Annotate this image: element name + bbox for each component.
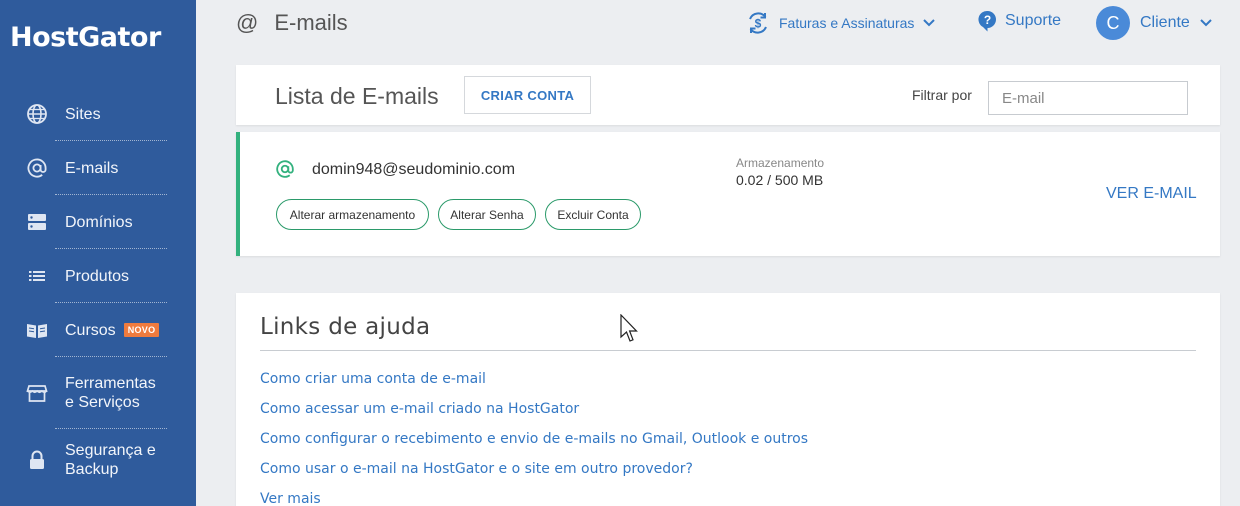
at-icon xyxy=(275,159,295,179)
view-email-link[interactable]: VER E-MAIL xyxy=(1106,185,1197,203)
support-label: Suporte xyxy=(1005,12,1062,29)
help-link[interactable]: Como criar uma conta de e-mail xyxy=(260,371,486,387)
sidebar-item-dominios[interactable]: Domínios xyxy=(24,209,167,235)
help-link[interactable]: Como usar o e-mail na HostGator e o site… xyxy=(260,461,693,477)
sidebar: HostGator Sites E-mails Domínios Produto… xyxy=(0,0,196,506)
divider xyxy=(55,194,167,195)
chevron-down-icon xyxy=(923,19,936,27)
list-icon xyxy=(24,263,50,289)
sidebar-item-label: E-mails xyxy=(65,159,119,177)
page-title-text: E-mails xyxy=(274,10,348,35)
divider xyxy=(55,248,167,249)
new-badge: NOVO xyxy=(123,323,160,337)
sidebar-item-produtos[interactable]: Produtos xyxy=(24,263,167,289)
label-line-1: Ferramentas xyxy=(65,375,156,392)
label-line-2: e Serviços xyxy=(65,394,140,411)
avatar: C xyxy=(1096,6,1130,40)
at-icon xyxy=(24,155,50,181)
help-icon: ? xyxy=(978,10,997,32)
help-title: Links de ajuda xyxy=(260,314,431,340)
email-filter-input[interactable] xyxy=(988,81,1188,115)
change-password-button[interactable]: Alterar Senha xyxy=(438,199,536,230)
sidebar-item-label: Produtos xyxy=(65,267,130,285)
email-list-header-card: Lista de E-mails CRIAR CONTA Filtrar por xyxy=(236,65,1220,125)
user-name: Cliente xyxy=(1140,14,1190,31)
email-address: domin948@seudominio.com xyxy=(312,161,516,178)
mouse-cursor-icon xyxy=(620,313,640,349)
store-icon xyxy=(24,380,50,406)
user-menu[interactable]: C Cliente xyxy=(1096,6,1212,40)
sidebar-item-cursos[interactable]: Cursos NOVO xyxy=(24,317,167,343)
divider xyxy=(55,140,167,141)
chevron-down-icon xyxy=(1200,19,1212,27)
sidebar-item-sites[interactable]: Sites xyxy=(24,101,167,127)
divider xyxy=(55,428,167,429)
sidebar-item-label: Sites xyxy=(65,105,101,123)
sidebar-item-label: Ferramentas e Serviços xyxy=(65,374,156,412)
change-storage-button[interactable]: Alterar armazenamento xyxy=(276,199,429,230)
help-link[interactable]: Como acessar um e-mail criado na HostGat… xyxy=(260,401,579,417)
see-more-link[interactable]: Ver mais xyxy=(260,491,321,506)
lock-icon xyxy=(24,447,50,473)
server-icon xyxy=(24,209,50,235)
sidebar-item-emails[interactable]: E-mails xyxy=(24,155,167,181)
book-icon xyxy=(24,317,50,343)
help-link[interactable]: Como configurar o recebimento e envio de… xyxy=(260,431,808,447)
sidebar-item-label: Cursos xyxy=(65,321,116,339)
label-line-2: Backup xyxy=(65,461,119,478)
billing-label: Faturas e Assinaturas xyxy=(779,15,915,31)
globe-icon xyxy=(24,101,50,127)
storage-label: Armazenamento xyxy=(736,156,825,170)
billing-cycle-icon: $ xyxy=(746,10,770,36)
page-title: @ E-mails xyxy=(236,10,348,36)
divider xyxy=(55,302,167,303)
divider xyxy=(55,356,167,357)
svg-text:?: ? xyxy=(984,13,991,27)
sidebar-item-label: Segurança e Backup xyxy=(65,441,156,479)
delete-account-button[interactable]: Excluir Conta xyxy=(545,199,641,230)
label-line-1: Segurança e xyxy=(65,442,156,459)
svg-text:$: $ xyxy=(755,17,762,31)
filter-label: Filtrar por xyxy=(912,87,972,103)
support-link[interactable]: ? Suporte xyxy=(978,10,1061,32)
help-links-card: Links de ajuda Como criar uma conta de e… xyxy=(236,293,1220,506)
sidebar-item-ferramentas[interactable]: Ferramentas e Serviços xyxy=(24,374,167,412)
sidebar-item-label: Domínios xyxy=(65,213,133,231)
create-account-button[interactable]: CRIAR CONTA xyxy=(464,76,591,114)
at-icon: @ xyxy=(236,10,259,35)
list-title: Lista de E-mails xyxy=(275,83,439,109)
hostgator-logo[interactable]: HostGator xyxy=(10,22,161,53)
storage-value: 0.02 / 500 MB xyxy=(736,172,824,188)
sidebar-item-seguranca[interactable]: Segurança e Backup xyxy=(24,441,167,479)
email-account-card: domin948@seudominio.com Alterar armazena… xyxy=(236,132,1220,256)
billing-menu[interactable]: $ Faturas e Assinaturas xyxy=(746,10,936,36)
divider xyxy=(260,350,1196,351)
